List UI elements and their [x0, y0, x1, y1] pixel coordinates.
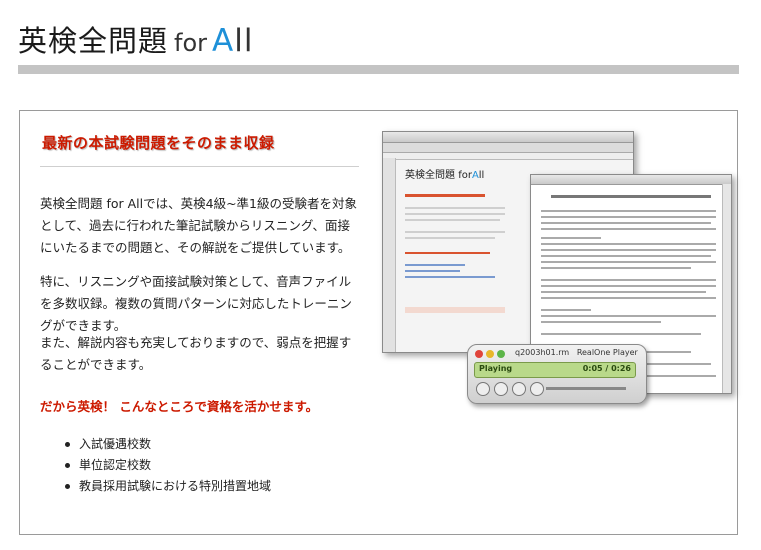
- pdf-text-line: [541, 216, 716, 218]
- explanation-paragraph: また、解説内容も充実しておりますので、弱点を把握することができます。: [40, 335, 352, 372]
- site-header: 英検全問題 for All: [18, 18, 253, 59]
- pdf-text-line: [541, 228, 716, 230]
- pdf-text-line: [541, 279, 716, 281]
- browser-titlebar: [383, 132, 633, 143]
- benefit-list: 入試優遇校数 単位認定校数 教員採用試験における特別措置地域: [65, 434, 271, 497]
- list-item-label: 教員採用試験における特別措置地域: [79, 479, 272, 493]
- pause-icon: [476, 382, 490, 396]
- list-item-label: 入試優遇校数: [79, 437, 152, 451]
- pdf-text-line: [541, 285, 716, 287]
- pdf-text-line: [541, 321, 661, 323]
- header-divider-bar: [18, 65, 739, 74]
- emphasis-text: だから英検！ こんなところで資格を活かせます。: [40, 399, 319, 414]
- player-time: 0:05 / 0:26: [582, 364, 631, 373]
- player-display: Playing 0:05 / 0:26: [474, 362, 636, 378]
- site-title-jp: 英検全問題: [18, 24, 169, 58]
- pdf-text-line: [541, 249, 716, 251]
- forward-icon: [530, 382, 544, 396]
- browser-logo-a: A: [471, 170, 479, 181]
- pdf-text-line: [541, 210, 716, 212]
- pdf-text-line: [541, 237, 601, 239]
- close-dot-icon: [475, 350, 483, 358]
- browser-logo-ll: ll: [478, 170, 485, 181]
- pdf-text-line: [541, 297, 716, 299]
- browser-text-line: [405, 237, 495, 239]
- browser-red-heading: [405, 194, 485, 197]
- pdf-text-line: [541, 261, 716, 263]
- stop-icon: [494, 382, 508, 396]
- browser-link-line: [405, 276, 495, 278]
- pdf-text-line: [541, 315, 716, 317]
- pdf-text-line: [541, 333, 701, 335]
- browser-toolbar: [383, 143, 633, 153]
- product-screenshot: 英検全問題 forAll q2003h01.rm RealOne Player …: [382, 131, 732, 416]
- site-title-all: All: [212, 23, 253, 59]
- browser-text-line: [405, 219, 500, 221]
- minimize-dot-icon: [486, 350, 494, 358]
- browser-red-box: [405, 307, 505, 313]
- content-panel: 最新の本試験問題をそのまま収録 英検全問題 for Allでは、英検4級~準1級…: [19, 110, 738, 535]
- browser-text-line: [405, 231, 505, 233]
- browser-logo-jp: 英検全問題: [405, 170, 455, 181]
- browser-logo-for: for: [458, 170, 472, 181]
- list-item-label: 単位認定校数: [79, 458, 152, 472]
- media-player-image: q2003h01.rm RealOne Player Playing 0:05 …: [467, 344, 647, 404]
- bullet-icon: [65, 484, 70, 489]
- pdf-scrollbar: [722, 184, 731, 393]
- pdf-text-line: [541, 291, 706, 293]
- bullet-icon: [65, 463, 70, 468]
- browser-link-line: [405, 264, 465, 266]
- browser-page-logo: 英検全問題 forAll: [405, 166, 484, 181]
- list-item[interactable]: 教員採用試験における特別措置地域: [65, 476, 271, 497]
- pdf-text-line: [541, 243, 716, 245]
- player-controls: [476, 382, 544, 396]
- site-title-for: for: [174, 29, 208, 57]
- browser-red-heading: [405, 252, 490, 254]
- zoom-dot-icon: [497, 350, 505, 358]
- browser-text-line: [405, 213, 505, 215]
- browser-text-line: [405, 207, 505, 209]
- player-filename: q2003h01.rm: [515, 348, 570, 357]
- browser-link-line: [405, 270, 460, 272]
- intro-paragraph: 英検全問題 for Allでは、英検4級~準1級の受験者を対象として、過去に行わ…: [40, 196, 358, 255]
- pdf-titlebar: [531, 175, 731, 185]
- bullet-icon: [65, 442, 70, 447]
- player-brand: RealOne Player: [576, 348, 638, 357]
- player-volume-slider: [546, 387, 626, 390]
- player-title: q2003h01.rm RealOne Player: [515, 348, 638, 357]
- browser-address-bar: [383, 153, 633, 160]
- section-heading: 最新の本試験問題をそのまま収録: [42, 134, 275, 152]
- listening-paragraph: 特に、リスニングや面接試験対策として、音声ファイルを多数収録。複数の質問パターン…: [40, 274, 352, 333]
- site-title-all-rest: ll: [234, 23, 254, 59]
- player-status: Playing: [479, 364, 513, 373]
- list-item[interactable]: 単位認定校数: [65, 455, 271, 476]
- player-window-controls: [475, 350, 505, 358]
- list-item[interactable]: 入試優遇校数: [65, 434, 271, 455]
- heading-divider: [40, 166, 359, 167]
- pdf-text-line: [541, 267, 691, 269]
- rewind-icon: [512, 382, 526, 396]
- site-title-all-a: A: [212, 23, 235, 59]
- pdf-text-line: [541, 309, 591, 311]
- pdf-text-line: [541, 222, 711, 224]
- pdf-text-line: [541, 255, 711, 257]
- browser-sidebar: [383, 158, 396, 352]
- pdf-title-line: [551, 195, 711, 198]
